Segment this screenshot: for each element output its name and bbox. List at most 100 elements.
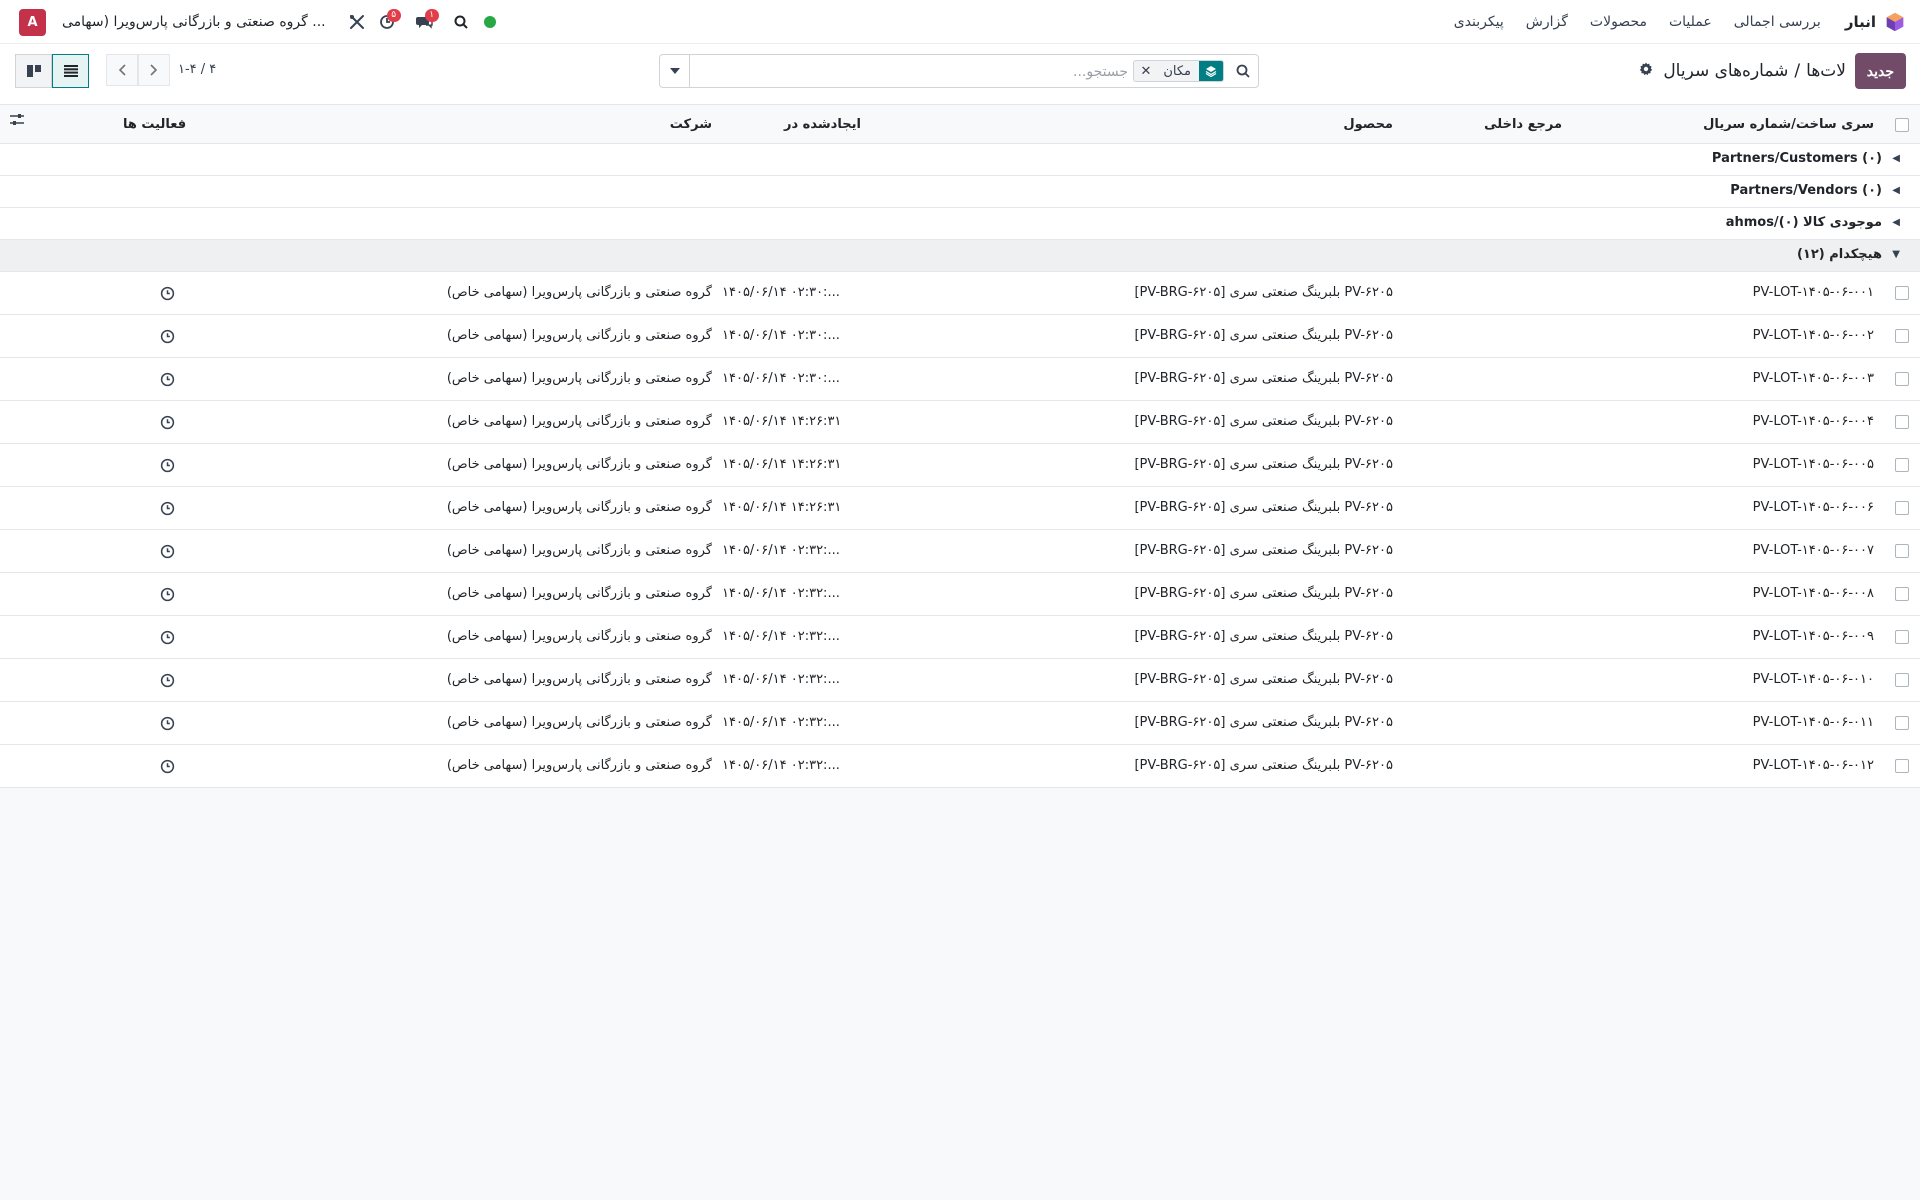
- row-checkbox[interactable]: [1895, 329, 1909, 343]
- clock-icon[interactable]: [160, 415, 175, 430]
- clock-icon[interactable]: [160, 759, 175, 774]
- company-name: گروه صنعتی و بازرگانی پارس‌ویرا (سهامی خ…: [446, 500, 712, 515]
- row-checkbox[interactable]: [1895, 501, 1909, 515]
- chevron-right-icon: [150, 64, 158, 76]
- new-button[interactable]: جدید: [1854, 53, 1906, 89]
- pager-value[interactable]: ۱-۴ / ۴: [178, 62, 216, 77]
- row-checkbox[interactable]: [1895, 458, 1909, 472]
- lot-number: PV-LOT-۱۴۰۵-۰۶-۰۰۶: [1752, 500, 1874, 515]
- table-row[interactable]: PV-LOT-۱۴۰۵-۰۶-۰۰۱ [PV-BRG-۶۲۰۵] بلبرینگ…: [0, 272, 1920, 315]
- close-icon[interactable]: ✕: [1134, 64, 1157, 79]
- clock-icon[interactable]: [160, 587, 175, 602]
- clock-icon[interactable]: [160, 501, 175, 516]
- search-icon[interactable]: [446, 0, 476, 44]
- created-date: ۱۴۰۵/۰۶/۱۴ ۰۲:۳۲:...: [722, 586, 840, 601]
- top-navbar: انبار بررسی اجمالی عملیات محصولات گزارش …: [0, 0, 1920, 44]
- company-name: گروه صنعتی و بازرگانی پارس‌ویرا (سهامی خ…: [446, 758, 712, 773]
- kanban-view-button[interactable]: [15, 54, 52, 88]
- chevron-left-icon: [118, 64, 126, 76]
- table-row[interactable]: PV-LOT-۱۴۰۵-۰۶-۰۰۴ [PV-BRG-۶۲۰۵] بلبرینگ…: [0, 401, 1920, 444]
- previous-page-button[interactable]: [106, 54, 138, 86]
- group-row[interactable]: ◀ ahmos/موجودی کالا (۰): [0, 208, 1920, 240]
- lot-number: PV-LOT-۱۴۰۵-۰۶-۰۰۱: [1752, 285, 1874, 300]
- group-row[interactable]: ◀ Partners/Customers (۰): [0, 144, 1920, 176]
- search-input[interactable]: [708, 62, 1128, 82]
- clock-icon[interactable]: [160, 630, 175, 645]
- menu-operations[interactable]: عملیات: [1669, 14, 1712, 30]
- lot-number: PV-LOT-۱۴۰۵-۰۶-۰۱۲: [1752, 758, 1874, 773]
- row-checkbox[interactable]: [1895, 415, 1909, 429]
- column-lot[interactable]: سری ساخت/شماره سریال: [1703, 117, 1874, 132]
- group-label: Partners/Customers (۰): [1711, 151, 1882, 166]
- row-checkbox[interactable]: [1895, 716, 1909, 730]
- clock-icon[interactable]: [160, 329, 175, 344]
- chat-icon[interactable]: ۱: [410, 0, 440, 44]
- sliders-icon[interactable]: [10, 113, 24, 131]
- menu-configuration[interactable]: پیکربندی: [1454, 14, 1504, 30]
- column-product[interactable]: محصول: [1343, 117, 1393, 132]
- row-checkbox[interactable]: [1895, 286, 1909, 300]
- app-name[interactable]: انبار: [1845, 13, 1876, 31]
- column-internal-ref[interactable]: مرجع داخلی: [1484, 117, 1562, 132]
- table-row[interactable]: PV-LOT-۱۴۰۵-۰۶-۰۰۲ [PV-BRG-۶۲۰۵] بلبرینگ…: [0, 315, 1920, 358]
- table-header: سری ساخت/شماره سریال مرجع داخلی محصول ای…: [0, 104, 1920, 144]
- clock-icon[interactable]: [160, 716, 175, 731]
- clock-icon[interactable]: [160, 286, 175, 301]
- product-name: [PV-BRG-۶۲۰۵] بلبرینگ صنعتی سری PV-۶۲۰۵: [1134, 500, 1393, 515]
- search-icon[interactable]: [1228, 55, 1258, 87]
- table-row[interactable]: PV-LOT-۱۴۰۵-۰۶-۰۰۷ [PV-BRG-۶۲۰۵] بلبرینگ…: [0, 530, 1920, 573]
- clock-icon[interactable]: [160, 458, 175, 473]
- company-switcher[interactable]: گروه صنعتی و بازرگانی پارس‌ویرا (سهامی .…: [62, 14, 326, 30]
- search-bar: مکان ✕: [659, 54, 1259, 88]
- lot-number: PV-LOT-۱۴۰۵-۰۶-۰۰۵: [1752, 457, 1874, 472]
- clock-icon[interactable]: [160, 673, 175, 688]
- menu-reporting[interactable]: گزارش: [1526, 14, 1568, 30]
- main-menu: انبار بررسی اجمالی عملیات محصولات گزارش …: [1432, 0, 1920, 44]
- column-created-on[interactable]: ایجادشده در: [784, 117, 861, 132]
- row-checkbox[interactable]: [1895, 630, 1909, 644]
- row-checkbox[interactable]: [1895, 587, 1909, 601]
- tools-icon[interactable]: [342, 0, 372, 44]
- search-facet: مکان ✕: [1133, 60, 1224, 82]
- avatar[interactable]: A: [19, 8, 46, 36]
- breadcrumb: لات‌ها / شماره‌های سریال: [1639, 54, 1846, 88]
- list-view-button[interactable]: [52, 54, 89, 88]
- table-row[interactable]: PV-LOT-۱۴۰۵-۰۶-۰۰۳ [PV-BRG-۶۲۰۵] بلبرینگ…: [0, 358, 1920, 401]
- inventory-cube-icon[interactable]: [1884, 11, 1906, 33]
- clock-icon[interactable]: [160, 372, 175, 387]
- group-row[interactable]: ◀ Partners/Vendors (۰): [0, 176, 1920, 208]
- row-checkbox[interactable]: [1895, 673, 1909, 687]
- caret-left-icon: ◀: [1892, 217, 1900, 228]
- gear-icon[interactable]: [1639, 62, 1653, 80]
- next-page-button[interactable]: [138, 54, 170, 86]
- clock-icon[interactable]: ۵: [372, 0, 402, 44]
- clock-icon[interactable]: [160, 544, 175, 559]
- product-name: [PV-BRG-۶۲۰۵] بلبرینگ صنعتی سری PV-۶۲۰۵: [1134, 414, 1393, 429]
- menu-overview[interactable]: بررسی اجمالی: [1734, 14, 1821, 30]
- product-name: [PV-BRG-۶۲۰۵] بلبرینگ صنعتی سری PV-۶۲۰۵: [1134, 371, 1393, 386]
- row-checkbox[interactable]: [1895, 544, 1909, 558]
- column-activities[interactable]: فعالیت ها: [123, 117, 186, 132]
- company-name: گروه صنعتی و بازرگانی پارس‌ویرا (سهامی خ…: [446, 629, 712, 644]
- table-row[interactable]: PV-LOT-۱۴۰۵-۰۶-۰۱۲ [PV-BRG-۶۲۰۵] بلبرینگ…: [0, 745, 1920, 788]
- menu-products[interactable]: محصولات: [1590, 14, 1647, 30]
- row-checkbox[interactable]: [1895, 372, 1909, 386]
- row-checkbox[interactable]: [1895, 759, 1909, 773]
- table-row[interactable]: PV-LOT-۱۴۰۵-۰۶-۰۰۵ [PV-BRG-۶۲۰۵] بلبرینگ…: [0, 444, 1920, 487]
- table-row[interactable]: PV-LOT-۱۴۰۵-۰۶-۰۰۹ [PV-BRG-۶۲۰۵] بلبرینگ…: [0, 616, 1920, 659]
- breadcrumb-serial-numbers: شماره‌های سریال: [1663, 61, 1789, 81]
- created-date: ۱۴۰۵/۰۶/۱۴ ۰۲:۳۲:...: [722, 715, 840, 730]
- table-row[interactable]: PV-LOT-۱۴۰۵-۰۶-۰۰۶ [PV-BRG-۶۲۰۵] بلبرینگ…: [0, 487, 1920, 530]
- lot-number: PV-LOT-۱۴۰۵-۰۶-۰۰۸: [1752, 586, 1874, 601]
- group-label: Partners/Vendors (۰): [1730, 183, 1882, 198]
- table-row[interactable]: PV-LOT-۱۴۰۵-۰۶-۰۱۱ [PV-BRG-۶۲۰۵] بلبرینگ…: [0, 702, 1920, 745]
- table-row[interactable]: PV-LOT-۱۴۰۵-۰۶-۰۰۸ [PV-BRG-۶۲۰۵] بلبرینگ…: [0, 573, 1920, 616]
- column-company[interactable]: شرکت: [670, 117, 712, 132]
- select-all-checkbox[interactable]: [1895, 118, 1909, 132]
- caret-down-icon: ▼: [1892, 249, 1900, 260]
- group-row[interactable]: ▼ هیچکدام (۱۲): [0, 240, 1920, 272]
- table-row[interactable]: PV-LOT-۱۴۰۵-۰۶-۰۱۰ [PV-BRG-۶۲۰۵] بلبرینگ…: [0, 659, 1920, 702]
- breadcrumb-lots[interactable]: لات‌ها: [1806, 61, 1846, 81]
- chevron-down-icon[interactable]: [660, 55, 690, 87]
- list-view: سری ساخت/شماره سریال مرجع داخلی محصول ای…: [0, 104, 1920, 788]
